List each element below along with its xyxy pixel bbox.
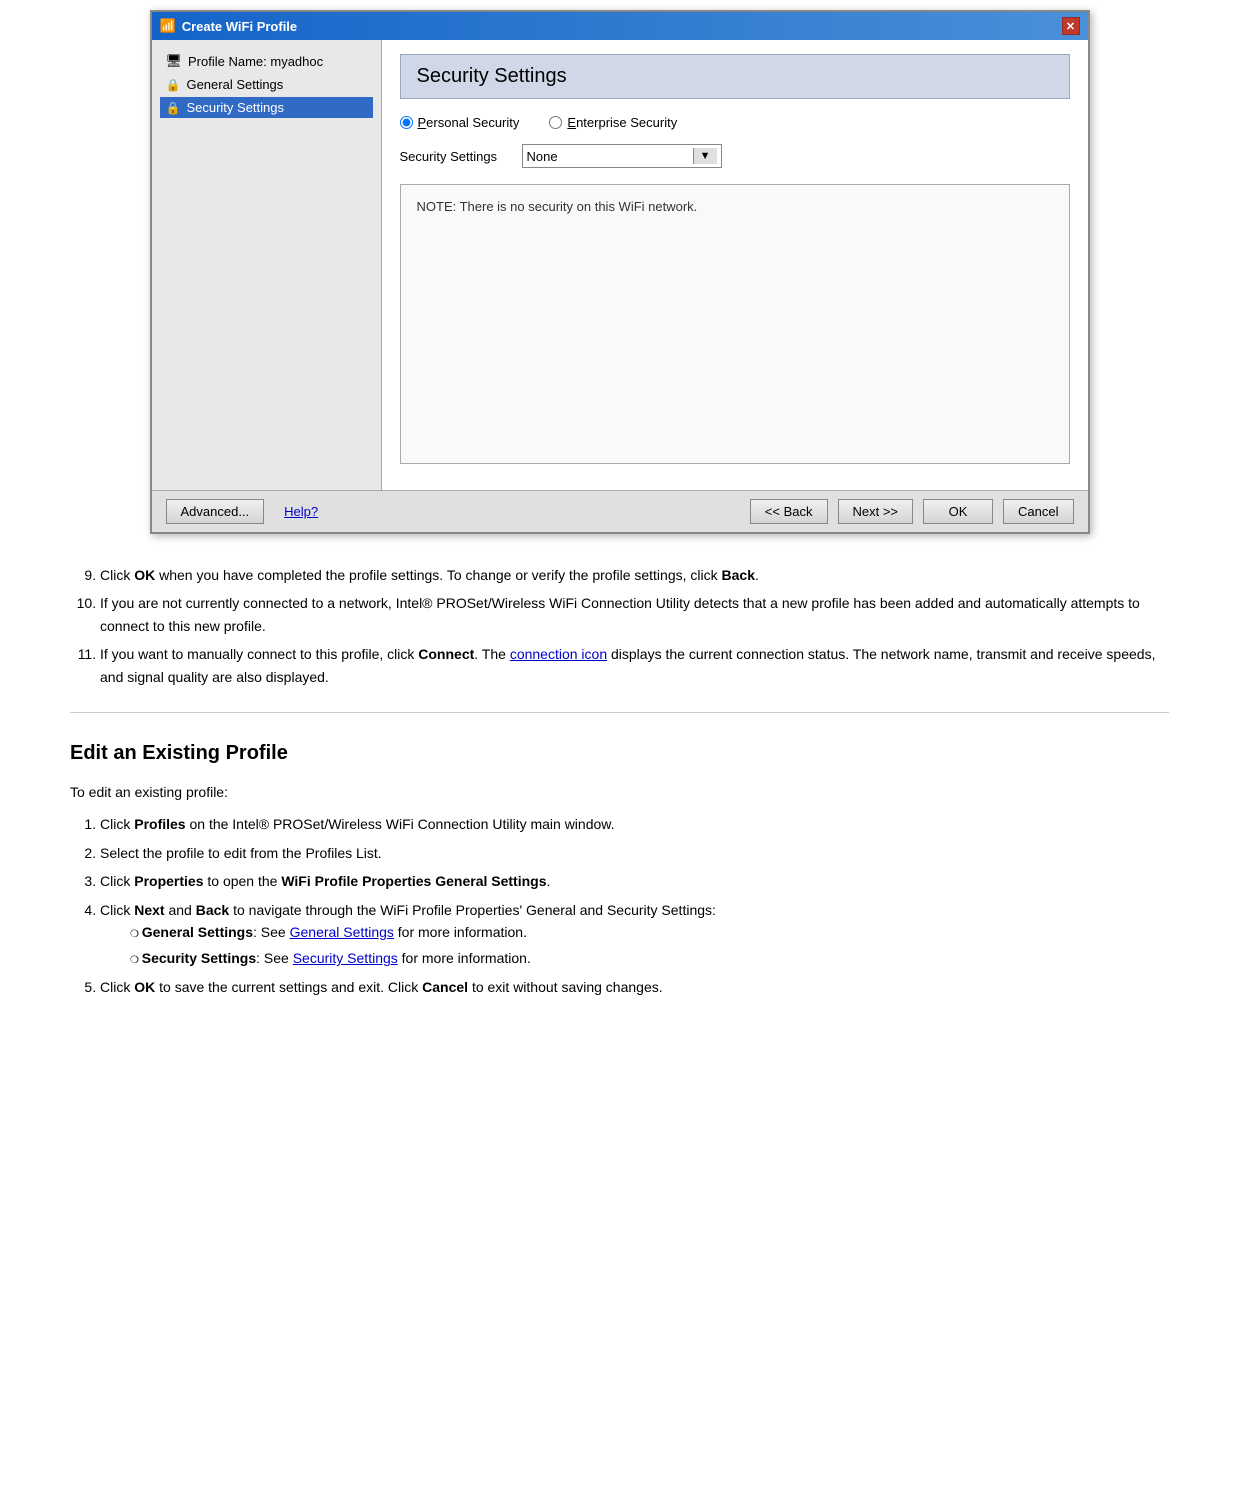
radio-personal-input[interactable]: [400, 116, 413, 129]
general-settings-sub-bold: General Settings: [142, 924, 253, 940]
back-button[interactable]: << Back: [750, 499, 828, 524]
edit-step-4-back-bold: Back: [196, 902, 229, 918]
dialog-screenshot: 📶 Create WiFi Profile ✕ 🖥 Profile Name: …: [150, 10, 1090, 534]
settings-row: Security Settings None ▼: [400, 144, 1070, 168]
step-11: If you want to manually connect to this …: [100, 643, 1169, 688]
note-text: NOTE: There is no security on this WiFi …: [417, 199, 698, 214]
dialog-titlebar-left: 📶 Create WiFi Profile: [160, 18, 298, 34]
nav-label-profile-name: Profile Name: myadhoc: [188, 54, 323, 69]
security-settings-sub-bold: Security Settings: [142, 950, 256, 966]
dropdown-value: None: [527, 149, 558, 164]
radio-row: Personal Security Enterprise Security: [400, 115, 1070, 130]
edit-profile-section: Edit an Existing Profile To edit an exis…: [70, 737, 1169, 998]
help-link[interactable]: Help?: [284, 504, 318, 519]
edit-sub-security: Security Settings: See Security Settings…: [130, 947, 1169, 969]
page-container: 📶 Create WiFi Profile ✕ 🖥 Profile Name: …: [0, 0, 1239, 1044]
step-9-back-bold: Back: [722, 567, 755, 583]
dialog-content: Security Settings Personal Security Ente…: [382, 40, 1088, 490]
dialog-footer: Advanced... Help? << Back Next >> OK Can…: [152, 490, 1088, 532]
security-settings-dropdown[interactable]: None ▼: [522, 144, 722, 168]
security-settings-header: Security Settings: [400, 54, 1070, 99]
radio-enterprise-label: Enterprise Security: [567, 115, 677, 130]
edit-steps-list: Click Profiles on the Intel® PROSet/Wire…: [90, 813, 1169, 998]
lock-icon-security: 🔒: [166, 101, 181, 115]
general-settings-link[interactable]: General Settings: [290, 924, 394, 940]
next-button[interactable]: Next >>: [838, 499, 914, 524]
steps-9-11-list: Click OK when you have completed the pro…: [90, 564, 1169, 688]
ok-button[interactable]: OK: [923, 499, 993, 524]
edit-step-4-sublist: General Settings: See General Settings f…: [120, 921, 1169, 970]
security-settings-link[interactable]: Security Settings: [293, 950, 398, 966]
computer-icon: 🖥: [166, 53, 183, 69]
edit-step-5-cancel-bold: Cancel: [422, 979, 468, 995]
edit-step-5-ok-bold: OK: [134, 979, 155, 995]
nav-item-profile-name[interactable]: 🖥 Profile Name: myadhoc: [160, 50, 373, 72]
connection-icon-link[interactable]: connection icon: [510, 646, 607, 662]
section-divider: [70, 712, 1169, 713]
dialog-nav: 🖥 Profile Name: myadhoc 🔒 General Settin…: [152, 40, 382, 490]
edit-step-2: Select the profile to edit from the Prof…: [100, 842, 1169, 864]
dialog-title: Create WiFi Profile: [182, 19, 297, 34]
dialog-footer-right: << Back Next >> OK Cancel: [750, 499, 1074, 524]
radio-enterprise-input[interactable]: [549, 116, 562, 129]
edit-step-3: Click Properties to open the WiFi Profil…: [100, 870, 1169, 892]
radio-personal-label: Personal Security: [418, 115, 520, 130]
step-10: If you are not currently connected to a …: [100, 592, 1169, 637]
edit-step-1-profiles-bold: Profiles: [134, 816, 185, 832]
edit-step-4: Click Next and Back to navigate through …: [100, 899, 1169, 970]
settings-row-label: Security Settings: [400, 149, 510, 164]
lock-icon-general: 🔒: [166, 78, 181, 92]
radio-personal[interactable]: Personal Security: [400, 115, 520, 130]
wifi-icon: 📶: [160, 18, 176, 34]
edit-step-4-next-bold: Next: [134, 902, 164, 918]
dropdown-arrow-icon[interactable]: ▼: [693, 148, 717, 164]
nav-label-security-settings: Security Settings: [186, 100, 284, 115]
steps-9-11-section: Click OK when you have completed the pro…: [30, 554, 1209, 1014]
step-9-ok-bold: OK: [134, 567, 155, 583]
edit-sub-general: General Settings: See General Settings f…: [130, 921, 1169, 943]
advanced-button[interactable]: Advanced...: [166, 499, 265, 524]
dialog-close-button[interactable]: ✕: [1062, 17, 1080, 35]
dialog-titlebar: 📶 Create WiFi Profile ✕: [152, 12, 1088, 40]
dialog-body: 🖥 Profile Name: myadhoc 🔒 General Settin…: [152, 40, 1088, 490]
step-11-connect-bold: Connect: [418, 646, 474, 662]
step-9: Click OK when you have completed the pro…: [100, 564, 1169, 586]
close-icon: ✕: [1066, 20, 1075, 33]
radio-enterprise[interactable]: Enterprise Security: [549, 115, 677, 130]
nav-label-general-settings: General Settings: [186, 77, 283, 92]
cancel-button[interactable]: Cancel: [1003, 499, 1073, 524]
edit-step-3-properties-bold: Properties: [134, 873, 203, 889]
nav-item-security-settings[interactable]: 🔒 Security Settings: [160, 97, 373, 118]
edit-profile-intro: To edit an existing profile:: [70, 781, 1169, 803]
edit-step-3-general-settings-bold: WiFi Profile Properties General Settings: [281, 873, 546, 889]
security-settings-title: Security Settings: [417, 65, 567, 87]
note-box: NOTE: There is no security on this WiFi …: [400, 184, 1070, 464]
edit-step-1: Click Profiles on the Intel® PROSet/Wire…: [100, 813, 1169, 835]
edit-step-5: Click OK to save the current settings an…: [100, 976, 1169, 998]
edit-profile-heading: Edit an Existing Profile: [70, 737, 1169, 769]
nav-item-general-settings[interactable]: 🔒 General Settings: [160, 74, 373, 95]
